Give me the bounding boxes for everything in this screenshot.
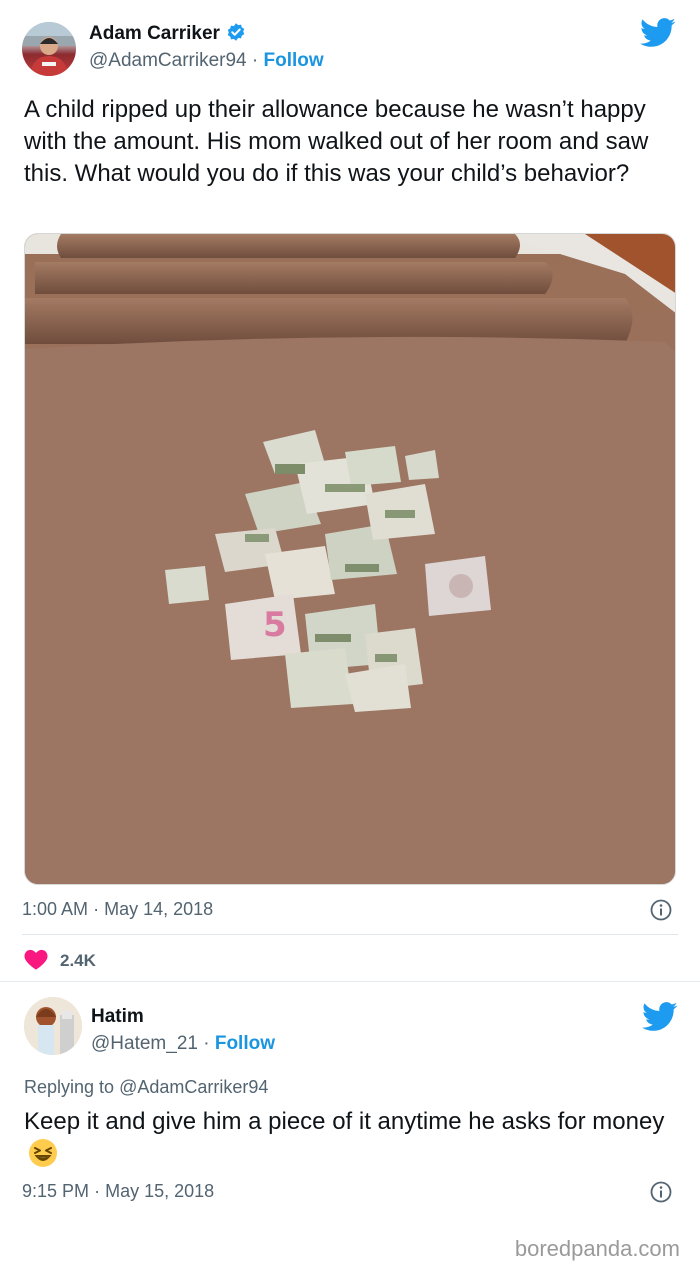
avatar[interactable]	[22, 22, 76, 76]
svg-text:5: 5	[263, 605, 287, 645]
tweet-timestamp[interactable]: 1:00 AM · May 14, 2018	[22, 899, 213, 920]
separator-dot: ·	[251, 50, 259, 71]
like-button[interactable]: 2.4K	[24, 946, 96, 976]
display-name[interactable]: Adam Carriker	[89, 22, 246, 48]
user-handle[interactable]: @AdamCarriker94	[89, 50, 247, 71]
verified-badge-icon	[226, 22, 246, 48]
divider	[22, 934, 678, 935]
follow-button[interactable]: Follow	[215, 1033, 275, 1054]
display-name[interactable]: Hatim	[91, 1006, 144, 1028]
separator-dot: ·	[203, 1033, 210, 1054]
like-count: 2.4K	[60, 951, 96, 970]
handle-row: @AdamCarriker94 · Follow	[89, 50, 324, 72]
heart-icon	[24, 948, 48, 975]
avatar[interactable]	[24, 997, 82, 1055]
grinning-squinting-face-icon	[28, 1138, 58, 1177]
handle-row: @Hatem_21 · Follow	[91, 1033, 275, 1055]
follow-button[interactable]: Follow	[264, 50, 324, 71]
twitter-bird-icon[interactable]	[642, 1002, 678, 1037]
replying-to: Replying to @AdamCarriker94	[24, 1077, 269, 1097]
user-handle[interactable]: @Hatem_21	[91, 1033, 198, 1054]
tweet-photo[interactable]: 5	[24, 233, 676, 885]
watermark-footer: boredpanda.com	[514, 1236, 680, 1261]
tweet-text: A child ripped up their allowance becaus…	[24, 96, 649, 187]
reply-to-handle-link[interactable]: @AdamCarriker94	[119, 1077, 268, 1097]
tweet-card-main: Adam Carriker @AdamCarriker94 · Follow A…	[0, 0, 700, 982]
tweet-text: Keep it and give him a piece of it anyti…	[24, 1106, 684, 1177]
twitter-bird-icon[interactable]	[640, 18, 676, 53]
tweet-timestamp[interactable]: 9:15 PM · May 15, 2018	[22, 1181, 214, 1202]
info-icon[interactable]	[650, 899, 672, 926]
info-icon[interactable]	[650, 1181, 672, 1208]
